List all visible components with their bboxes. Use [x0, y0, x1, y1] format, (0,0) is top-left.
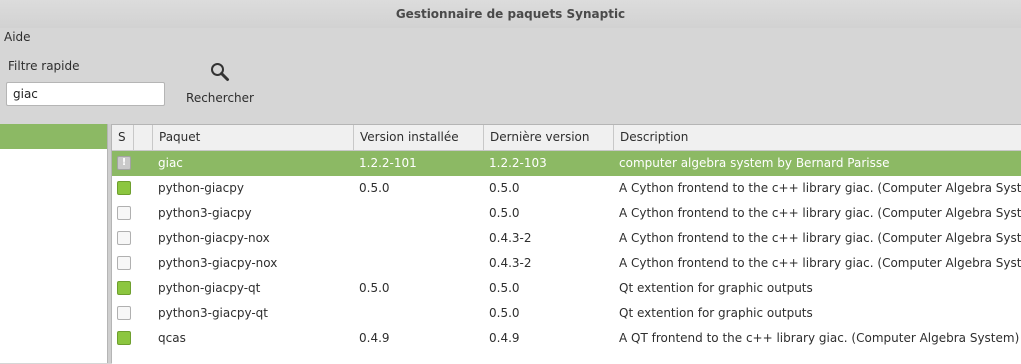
status-cell [112, 276, 134, 301]
installed-version-cell: 0.5.0 [359, 181, 390, 195]
status-cell [112, 226, 134, 251]
description-cell: A Cython frontend to the c++ library gia… [619, 231, 1021, 245]
table-row[interactable]: python-giacpy-nox 0.4.3-2 A Cython fronten… [112, 226, 1021, 251]
table-row[interactable]: qcas 0.4.9 0.4.9 A QT frontend to the c++ l… [112, 326, 1021, 351]
status-cell [112, 251, 134, 276]
package-name-cell: python3-giacpy-nox [158, 256, 278, 270]
search-button-label: Rechercher [186, 91, 254, 105]
status-cell [112, 301, 134, 326]
col-header-package[interactable]: Paquet [153, 125, 354, 150]
status-cell [112, 326, 134, 351]
installed-status-icon[interactable] [117, 281, 131, 295]
installed-version-cell [359, 251, 484, 276]
table-row[interactable]: python-giacpy 0.5.0 0.5.0 A Cython frontend… [112, 176, 1021, 201]
not-installed-status-icon[interactable] [117, 231, 131, 245]
installed-version-cell: 0.4.9 [359, 331, 390, 345]
quick-filter-label: Filtre rapide [8, 59, 80, 73]
sidebar-selected-item[interactable] [0, 124, 107, 149]
latest-version-cell: 0.5.0 [489, 281, 520, 295]
menubar: Aide [0, 28, 1021, 48]
upgradable-status-icon[interactable]: ! [117, 156, 131, 170]
status-cell [112, 176, 134, 201]
table-row[interactable]: python3-giacpy 0.5.0 A Cython frontend to … [112, 201, 1021, 226]
table-row[interactable]: ! giac 1.2.2-101 1.2.2-103 computer algebra … [112, 151, 1021, 176]
description-cell: A QT frontend to the c++ library giac. (… [619, 331, 1020, 345]
toolbar: Filtre rapide Rechercher [0, 48, 1021, 124]
table-row[interactable]: python3-giacpy-qt 0.5.0 Qt extention for g… [112, 301, 1021, 326]
description-cell: A Cython frontend to the c++ library gia… [619, 256, 1021, 270]
package-name-cell: giac [158, 156, 183, 170]
installed-status-icon[interactable] [117, 181, 131, 195]
col-header-marker[interactable] [134, 125, 153, 150]
installed-status-icon[interactable] [117, 331, 131, 345]
latest-version-cell: 0.5.0 [489, 306, 520, 320]
status-cell: ! [112, 151, 134, 176]
menu-aide[interactable]: Aide [4, 30, 31, 44]
window-title: Gestionnaire de paquets Synaptic [0, 0, 1021, 28]
table-header: S Paquet Version installée Dernière vers… [112, 125, 1021, 151]
not-installed-status-icon[interactable] [117, 256, 131, 270]
col-header-installed-version[interactable]: Version installée [354, 125, 484, 150]
magnifier-icon [211, 63, 229, 81]
table-row[interactable]: python3-giacpy-nox 0.4.3-2 A Cython fronte… [112, 251, 1021, 276]
description-cell: computer algebra system by Bernard Paris… [619, 156, 890, 170]
package-name-cell: python-giacpy-qt [158, 281, 261, 295]
filter-sidebar[interactable] [0, 124, 108, 363]
installed-version-cell: 1.2.2-101 [359, 156, 417, 170]
latest-version-cell: 0.4.3-2 [489, 231, 532, 245]
latest-version-cell: 0.4.9 [489, 331, 520, 345]
package-name-cell: qcas [158, 331, 186, 345]
description-cell: Qt extention for graphic outputs [619, 281, 813, 295]
description-cell: A Cython frontend to the c++ library gia… [619, 206, 1021, 220]
search-button[interactable]: Rechercher [182, 58, 258, 114]
quick-filter-input[interactable] [6, 82, 165, 106]
not-installed-status-icon[interactable] [117, 206, 131, 220]
not-installed-status-icon[interactable] [117, 306, 131, 320]
package-name-cell: python3-giacpy-qt [158, 306, 269, 320]
col-header-latest-version[interactable]: Dernière version [484, 125, 614, 150]
package-name-cell: python-giacpy-nox [158, 231, 270, 245]
description-cell: Qt extention for graphic outputs [619, 306, 813, 320]
installed-version-cell [359, 301, 484, 326]
col-header-description[interactable]: Description [614, 125, 1021, 150]
latest-version-cell: 0.5.0 [489, 206, 520, 220]
installed-version-cell: 0.5.0 [359, 281, 390, 295]
package-name-cell: python-giacpy [158, 181, 244, 195]
latest-version-cell: 0.4.3-2 [489, 256, 532, 270]
installed-version-cell [359, 226, 484, 251]
latest-version-cell: 0.5.0 [489, 181, 520, 195]
package-table: S Paquet Version installée Dernière vers… [112, 124, 1021, 364]
status-cell [112, 201, 134, 226]
col-header-status[interactable]: S [112, 125, 134, 150]
installed-version-cell [359, 201, 484, 226]
latest-version-cell: 1.2.2-103 [489, 156, 547, 170]
package-name-cell: python3-giacpy [158, 206, 252, 220]
description-cell: A Cython frontend to the c++ library gia… [619, 181, 1021, 195]
table-row[interactable]: python-giacpy-qt 0.5.0 0.5.0 Qt extention f… [112, 276, 1021, 301]
